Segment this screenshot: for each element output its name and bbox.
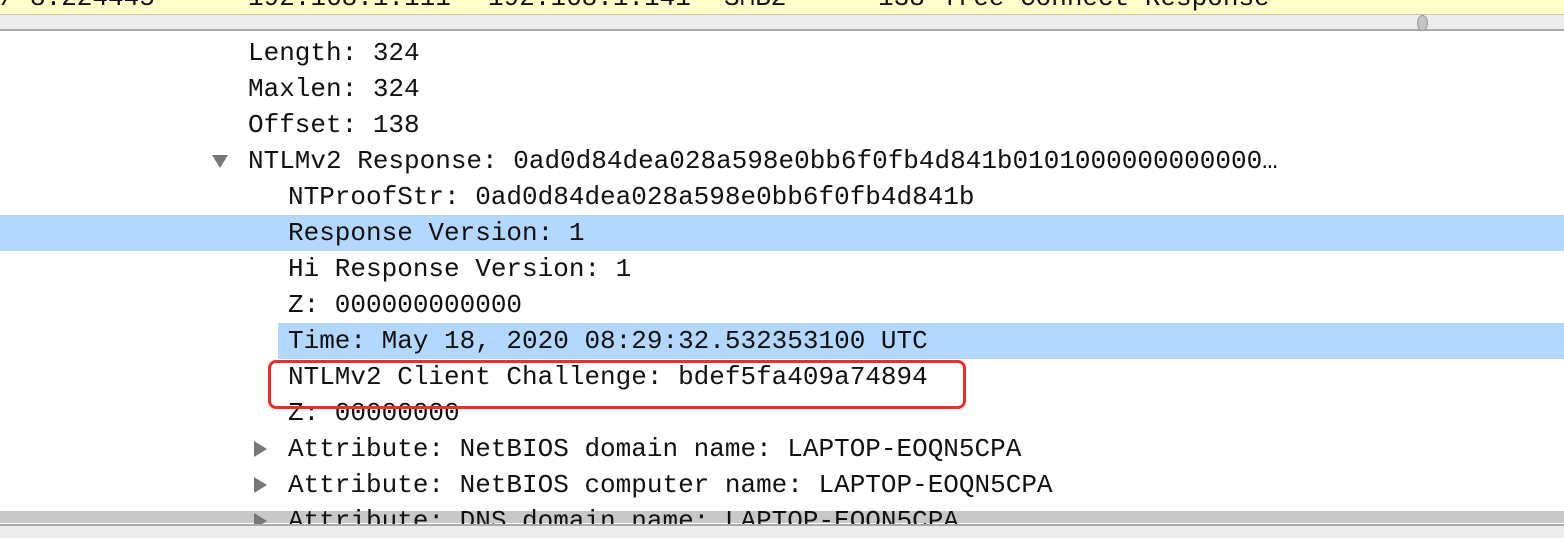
expanded-triangle-icon[interactable]	[212, 155, 228, 168]
tree-item-label: NTProofStr: 0ad0d84dea028a598e0bb6f0fb4d…	[288, 182, 975, 212]
tree-item[interactable]: Offset: 138	[0, 107, 1564, 143]
tree-item[interactable]: Hi Response Version: 1	[0, 251, 1564, 287]
tree-item-label: Length: 324	[248, 38, 420, 68]
packet-length: 138	[878, 0, 925, 14]
splitter-handle[interactable]	[1417, 15, 1428, 31]
tree-item[interactable]: Z: 000000000000	[0, 287, 1564, 323]
tree-item-selected[interactable]: Response Version: 1	[0, 215, 1564, 251]
collapsed-triangle-icon[interactable]	[254, 441, 267, 457]
tree-item-label: Time: May 18, 2020 08:29:32.532353100 UT…	[288, 326, 928, 356]
tree-item[interactable]: Attribute: NetBIOS computer name: LAPTOP…	[0, 467, 1564, 503]
tree-item-highlighted[interactable]: Time: May 18, 2020 08:29:32.532353100 UT…	[278, 323, 1564, 359]
packet-time: 8.224445	[30, 0, 155, 14]
packet-destination: 192.168.1.141	[488, 0, 691, 14]
tree-item-label: Z: 000000000000	[288, 290, 523, 320]
tree-item-label: Attribute: NetBIOS computer name: LAPTOP…	[288, 470, 1053, 500]
expand-arrow-icon: /	[0, 0, 16, 14]
packet-source: 192.168.1.111	[248, 0, 451, 14]
tree-item-label: Response Version: 1	[288, 218, 585, 248]
tree-item-label: Hi Response Version: 1	[288, 254, 632, 284]
tree-item-label: Maxlen: 324	[248, 74, 420, 104]
tree-item-label: Offset: 138	[248, 110, 420, 140]
packet-list-row[interactable]: / 8.224445 192.168.1.111 192.168.1.141 S…	[0, 0, 1564, 15]
tree-item[interactable]: Maxlen: 324	[0, 71, 1564, 107]
tree-item-label: NTLMv2 Response: 0ad0d84dea028a598e0bb6f…	[248, 146, 1278, 176]
pane-splitter[interactable]	[0, 15, 1564, 31]
tree-item[interactable]: NTProofStr: 0ad0d84dea028a598e0bb6f0fb4d…	[0, 179, 1564, 215]
packet-info: Tree Connect Response	[942, 0, 1270, 14]
collapsed-triangle-icon[interactable]	[254, 477, 267, 493]
annotation-highlight-box	[268, 360, 966, 409]
tree-item-ntlmv2-response[interactable]: NTLMv2 Response: 0ad0d84dea028a598e0bb6f…	[0, 143, 1564, 179]
tree-item-label: Attribute: NetBIOS domain name: LAPTOP-E…	[288, 434, 1022, 464]
tree-item[interactable]: Attribute: NetBIOS domain name: LAPTOP-E…	[0, 431, 1564, 467]
tree-item[interactable]: Length: 324	[0, 35, 1564, 71]
packet-protocol: SMB2	[724, 0, 786, 14]
